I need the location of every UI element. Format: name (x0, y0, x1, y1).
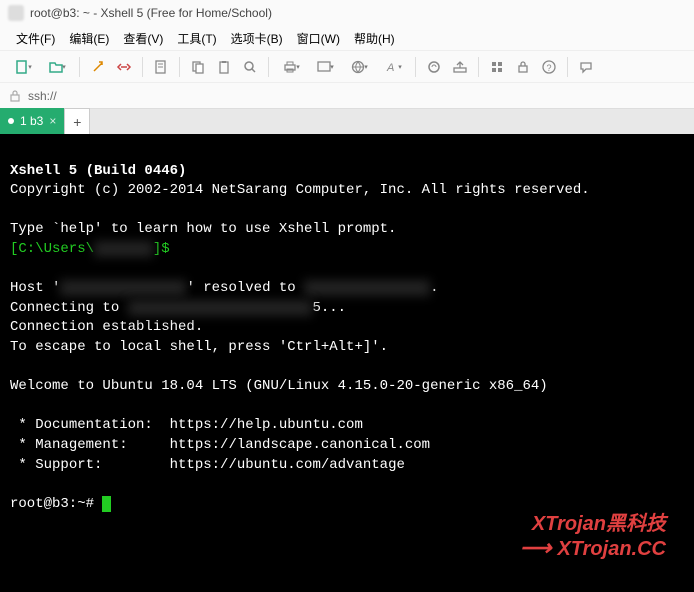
tab-session-1[interactable]: 1 b3 × (0, 108, 64, 134)
quick-connect-button[interactable] (87, 56, 109, 78)
new-tab-button[interactable]: + (64, 108, 90, 134)
address-bar: ssh:// (0, 82, 694, 108)
window-title: root@b3: ~ - Xshell 5 (Free for Home/Sch… (30, 6, 272, 20)
menu-tools[interactable]: 工具(T) (171, 28, 222, 49)
feedback-button[interactable] (575, 56, 597, 78)
term-local-prompt: [C:\Users\xxxxxxx]$ (10, 241, 170, 257)
separator (79, 57, 80, 77)
svg-text:A: A (386, 62, 394, 74)
menu-help[interactable]: 帮助(H) (348, 28, 401, 49)
term-shell-prompt: root@b3:~# (10, 496, 102, 512)
tab-strip: 1 b3 × + (0, 108, 694, 134)
term-welcome: Welcome to Ubuntu 18.04 LTS (GNU/Linux 4… (10, 378, 548, 394)
menu-bar: 文件(F) 编辑(E) 查看(V) 工具(T) 选项卡(B) 窗口(W) 帮助(… (0, 26, 694, 50)
term-host-line: Host 'xxxxxxxxxxxxxxx' resolved to xxxxx… (10, 280, 439, 296)
xftp-button[interactable] (449, 56, 471, 78)
menu-file[interactable]: 文件(F) (10, 28, 61, 49)
separator (567, 57, 568, 77)
svg-text:?: ? (547, 63, 552, 73)
separator (268, 57, 269, 77)
status-dot-icon (8, 118, 14, 124)
term-established: Connection established. (10, 319, 203, 335)
menu-window[interactable]: 窗口(W) (291, 28, 346, 49)
menu-view[interactable]: 查看(V) (117, 28, 169, 49)
toolbar: ▾ ▾ ▾ ▾ ▾ A▾ ? (0, 50, 694, 82)
properties-button[interactable] (150, 56, 172, 78)
terminal-pane[interactable]: Xshell 5 (Build 0446) Copyright (c) 2002… (0, 134, 694, 592)
print-button[interactable]: ▾ (276, 56, 306, 78)
paste-button[interactable] (213, 56, 235, 78)
separator (478, 57, 479, 77)
help-button[interactable]: ? (538, 56, 560, 78)
copy-button[interactable] (187, 56, 209, 78)
appearance-button[interactable]: ▾ (310, 56, 340, 78)
term-escape-hint: To escape to local shell, press 'Ctrl+Al… (10, 339, 388, 355)
new-document-button[interactable]: ▾ (8, 56, 38, 78)
term-header: Xshell 5 (Build 0446) (10, 163, 186, 179)
term-help-hint: Type `help' to learn how to use Xshell p… (10, 221, 396, 237)
encoding-button[interactable]: ▾ (344, 56, 374, 78)
lock-icon (8, 89, 22, 103)
term-connecting-line: Connecting to xxxxxxxxxxxxxxxxxxxxxx5... (10, 300, 346, 316)
terminal-cursor (102, 496, 111, 512)
watermark-line-2: ⟶ XTrojan.CC (520, 533, 666, 564)
separator (179, 57, 180, 77)
find-button[interactable] (239, 56, 261, 78)
app-icon (8, 5, 24, 21)
term-support: * Support: https://ubuntu.com/advantage (10, 457, 405, 473)
term-management: * Management: https://landscape.canonica… (10, 437, 430, 453)
tab-label: 1 b3 (20, 114, 43, 128)
disconnect-button[interactable] (113, 56, 135, 78)
term-documentation: * Documentation: https://help.ubuntu.com (10, 417, 363, 433)
lock-button[interactable] (512, 56, 534, 78)
address-input[interactable] (63, 86, 686, 106)
separator (142, 57, 143, 77)
title-bar: root@b3: ~ - Xshell 5 (Free for Home/Sch… (0, 0, 694, 26)
font-button[interactable]: A▾ (378, 56, 408, 78)
key-manager-button[interactable] (486, 56, 508, 78)
term-copyright: Copyright (c) 2002-2014 NetSarang Comput… (10, 182, 590, 198)
tab-close-button[interactable]: × (49, 114, 56, 128)
xagent-button[interactable] (423, 56, 445, 78)
menu-tabs[interactable]: 选项卡(B) (225, 28, 289, 49)
menu-edit[interactable]: 编辑(E) (63, 28, 115, 49)
address-scheme: ssh:// (28, 89, 57, 103)
arrow-icon: ⟶ (520, 533, 552, 564)
open-button[interactable]: ▾ (42, 56, 72, 78)
separator (415, 57, 416, 77)
